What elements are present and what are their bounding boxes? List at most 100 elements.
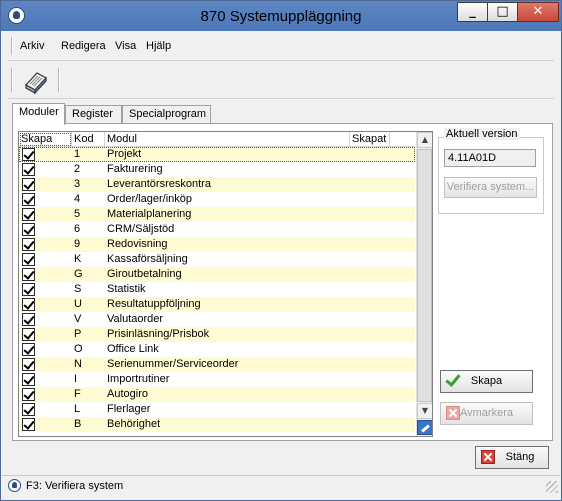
scroll-thumb[interactable] [417,149,432,402]
table-row[interactable]: P Prisinläsning/Prisbok [19,327,415,342]
modul-cell: Order/lager/inköp [107,193,192,205]
kod-cell: I [74,373,78,385]
skapa-checkbox[interactable] [22,223,35,236]
tab-specialprogram[interactable]: Specialprogram [122,105,211,124]
table-row[interactable]: 2 Fakturering [19,162,415,177]
tab-register[interactable]: Register [65,105,122,124]
main-window: 870 Systemuppläggning _ □ ✕ Arkiv Redige… [0,0,562,501]
kod-cell: 1 [74,148,81,160]
skapa-checkbox[interactable] [22,238,35,251]
skapa-checkbox[interactable] [22,328,35,341]
skapa-checkbox[interactable] [22,403,35,416]
modul-cell: Statistik [107,283,146,295]
modul-cell: Prisinläsning/Prisbok [107,328,210,340]
modul-cell: Behörighet [107,418,161,430]
toolbar-separator [58,68,60,92]
skapa-checkbox[interactable] [22,208,35,221]
avmarkera-label: Avmarkera [460,407,513,419]
skapa-checkbox[interactable] [22,418,35,431]
stang-button[interactable]: Stäng [475,446,549,469]
close-button[interactable]: ✕ [517,2,559,22]
module-grid[interactable]: Skapa Kod Modul Skapat 1 Projekt 2 Fakturer… [18,131,433,437]
skapa-checkbox[interactable] [22,283,35,296]
modul-cell: Importrutiner [107,373,170,385]
modul-cell: Resultatuppföljning [107,298,201,310]
kod-cell: P [74,328,82,340]
table-row[interactable]: 4 Order/lager/inköp [19,192,415,207]
modul-cell: Projekt [107,148,142,160]
grid-rows: 1 Projekt 2 Fakturering 3 Leverantörsreskontr… [19,147,415,432]
skapa-checkbox[interactable] [22,253,35,266]
scroll-down-button[interactable]: ▼ [417,403,432,419]
kod-cell: S [74,283,82,295]
kod-cell: F [74,388,81,400]
avmarkera-button[interactable]: Avmarkera [440,402,533,425]
header-skapa[interactable]: Skapa [19,132,72,147]
toolbar [8,62,554,99]
table-row[interactable]: S Statistik [19,282,415,297]
skapa-checkbox[interactable] [22,343,35,356]
status-bar: F3: Verifiera system [2,475,560,495]
header-skapat[interactable]: Skapat [350,132,390,147]
resize-grip[interactable] [546,481,558,493]
table-row[interactable]: 5 Materialplanering [19,207,415,222]
stang-label: Stäng [505,451,535,463]
table-row[interactable]: F Autogiro [19,387,415,402]
modul-cell: Serienummer/Serviceorder [107,358,239,370]
table-row[interactable]: G Giroutbetalning [19,267,415,282]
table-row[interactable]: 3 Leverantörsreskontra [19,177,415,192]
vertical-scrollbar[interactable]: ▲ ▼ [416,132,432,436]
skapa-checkbox[interactable] [22,268,35,281]
menu-grip[interactable] [11,37,13,55]
modul-cell: Fakturering [107,163,163,175]
menu-arkiv[interactable]: Arkiv [20,40,44,52]
skapa-checkbox[interactable] [22,313,35,326]
scroll-up-button[interactable]: ▲ [417,132,432,148]
header-kod[interactable]: Kod [72,132,105,147]
kod-cell: 5 [74,208,81,220]
toolbar-grip[interactable] [11,68,13,92]
title-bar[interactable]: 870 Systemuppläggning _ □ ✕ [1,1,561,31]
app-status-icon [8,479,21,492]
skapa-checkbox[interactable] [22,193,35,206]
modul-cell: Materialplanering [107,208,192,220]
menu-visa[interactable]: Visa [115,40,136,52]
kod-cell: 4 [74,193,81,205]
table-row[interactable]: I Importrutiner [19,372,415,387]
modul-cell: Office Link [107,343,159,355]
skapa-checkbox[interactable] [22,298,35,311]
skapa-label: Skapa [470,375,503,387]
tab-moduler[interactable]: Moduler [12,103,65,125]
table-row[interactable]: V Valutaorder [19,312,415,327]
skapa-checkbox[interactable] [22,178,35,191]
table-row[interactable]: U Resultatuppföljning [19,297,415,312]
skapa-checkbox[interactable] [22,358,35,371]
table-row[interactable]: 1 Projekt [19,147,415,162]
table-row[interactable]: 9 Redovisning [19,237,415,252]
menu-bar: Arkiv Redigera Visa Hjälp [8,32,554,61]
book-icon[interactable] [22,67,50,95]
table-row[interactable]: 6 CRM/Säljstöd [19,222,415,237]
skapa-checkbox[interactable] [22,373,35,386]
wrench-icon[interactable] [417,420,432,435]
table-row[interactable]: B Behörighet [19,417,415,432]
skapa-checkbox[interactable] [22,388,35,401]
modul-cell: Autogiro [107,388,148,400]
table-row[interactable]: L Flerlager [19,402,415,417]
table-row[interactable]: O Office Link [19,342,415,357]
minimize-button[interactable]: _ [457,2,488,22]
table-row[interactable]: N Serienummer/Serviceorder [19,357,415,372]
verify-system-button[interactable]: Verifiera system... [444,177,537,198]
skapa-checkbox[interactable] [22,163,35,176]
skapa-button[interactable]: Skapa [440,370,533,393]
header-modul[interactable]: Modul [105,132,350,147]
kod-cell: 2 [74,163,81,175]
close-icon [481,450,495,464]
menu-redigera[interactable]: Redigera [61,40,106,52]
kod-cell: B [74,418,82,430]
kod-cell: K [74,253,82,265]
maximize-button[interactable]: □ [487,2,518,22]
menu-hjalp[interactable]: Hjälp [146,40,171,52]
skapa-checkbox[interactable] [22,148,35,161]
table-row[interactable]: K Kassaförsäljning [19,252,415,267]
